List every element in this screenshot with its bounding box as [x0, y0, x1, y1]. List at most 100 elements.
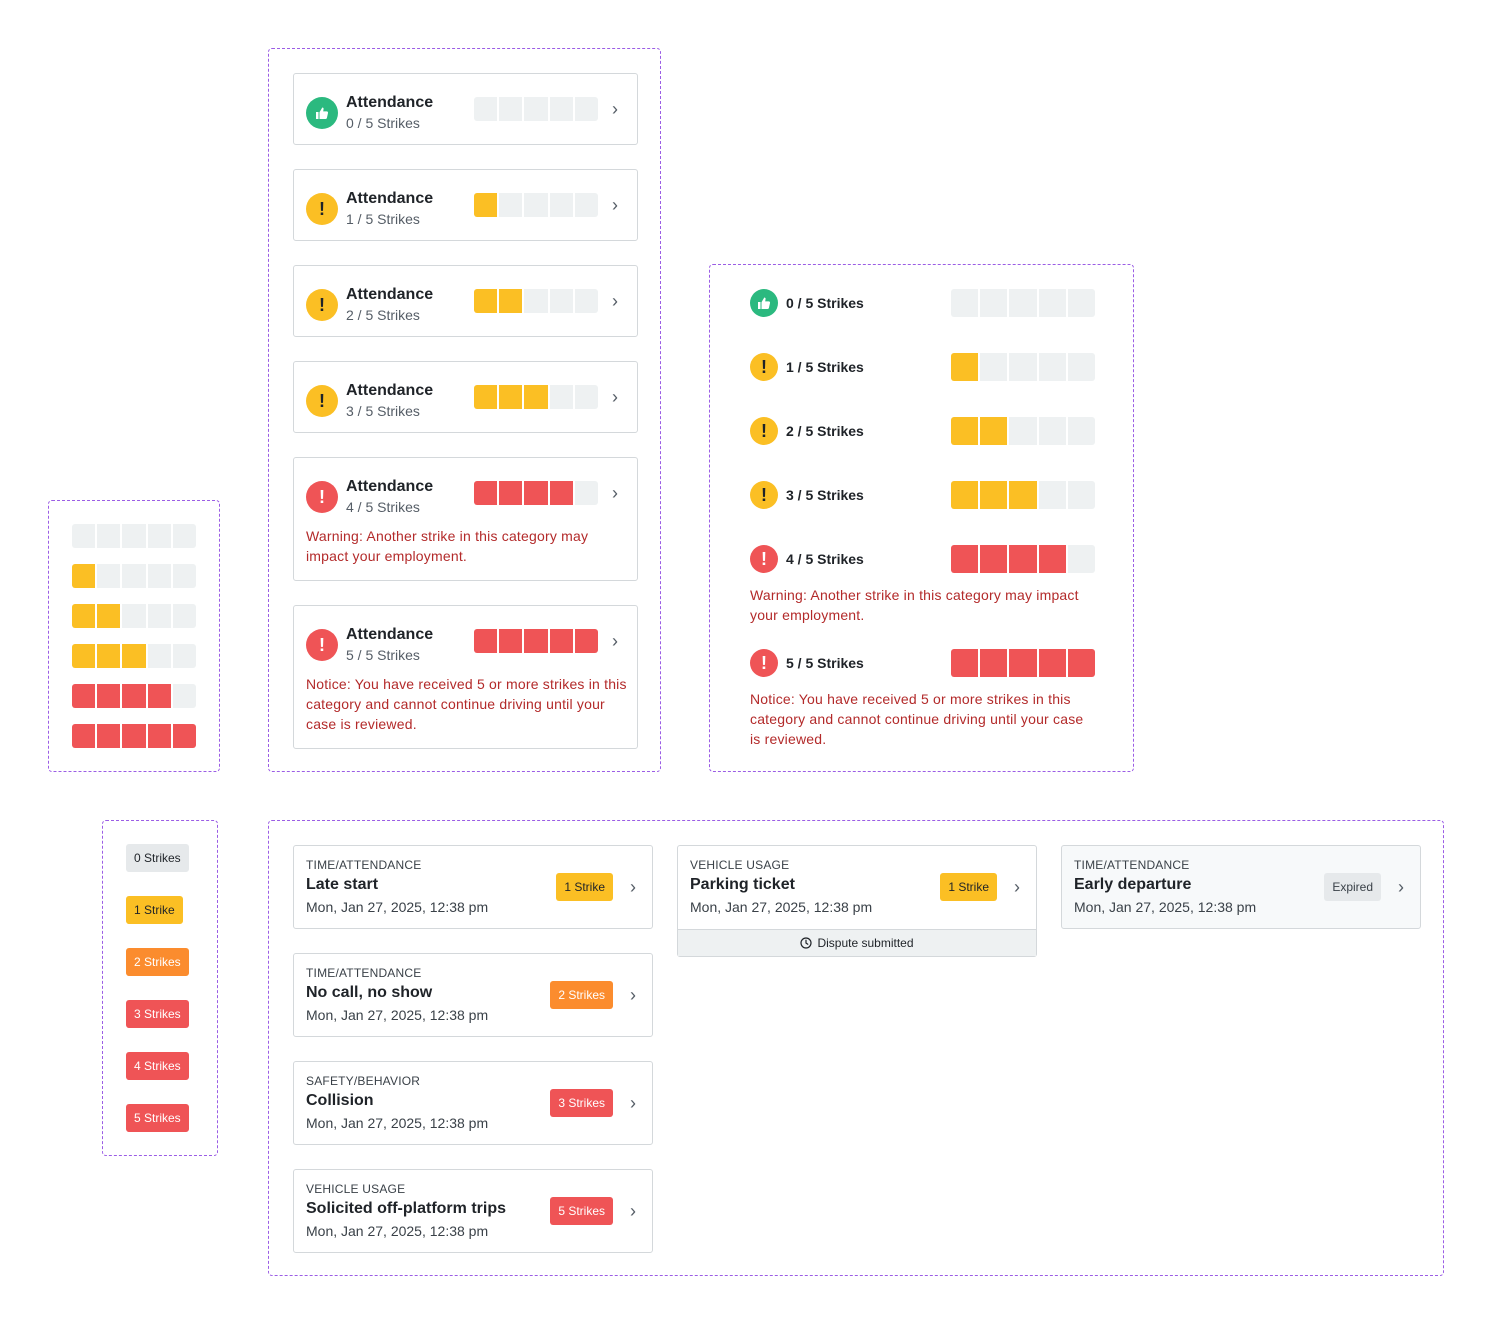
- strike-bar: [474, 629, 598, 653]
- strike-segment: [524, 97, 548, 121]
- incident-card-disputed[interactable]: VEHICLE USAGE Parking ticket Mon, Jan 27…: [677, 845, 1037, 957]
- chevron-right-icon[interactable]: ›: [612, 388, 618, 406]
- strike-segment: [574, 193, 598, 217]
- strike-bar: [951, 649, 1095, 677]
- strike-row: ! 3 / 5 Strikes: [750, 481, 1095, 509]
- strike-chip: 1 Strike: [126, 896, 183, 924]
- strike-segment: [951, 417, 979, 445]
- strike-segment: [1009, 545, 1037, 573]
- thumbs-up-icon: [306, 97, 338, 129]
- strike-segment: [980, 289, 1008, 317]
- strike-bar: [951, 417, 1095, 445]
- frame-strike-chips: 0 Strikes 1 Strike 2 Strikes 3 Strikes 4 Str…: [102, 820, 218, 1156]
- strike-segment: [147, 724, 171, 748]
- strike-segment: [474, 97, 498, 121]
- strike-segment: [147, 644, 171, 668]
- strike-segment: [97, 564, 121, 588]
- category-card[interactable]: ! Attendance 4 / 5 Strikes › Warning: Anothe…: [293, 457, 638, 581]
- incident-date: Mon, Jan 27, 2025, 12:38 pm: [690, 899, 873, 915]
- strike-row: ! 2 / 5 Strikes: [750, 417, 1095, 445]
- strike-segment: [574, 481, 598, 505]
- category-message: Notice: You have received 5 or more stri…: [306, 676, 627, 732]
- incident-card-expired[interactable]: TIME/ATTENDANCE Early departure Mon, Jan…: [1061, 845, 1421, 929]
- strike-segment: [122, 564, 146, 588]
- incident-card[interactable]: TIME/ATTENDANCE No call, no show Mon, Jan …: [293, 953, 653, 1037]
- incident-category: TIME/ATTENDANCE: [1074, 858, 1190, 872]
- strike-segment: [951, 545, 979, 573]
- strike-segment: [474, 385, 498, 409]
- strike-segment: [549, 481, 573, 505]
- strike-count: 4 / 5 Strikes: [346, 499, 420, 515]
- chevron-right-icon[interactable]: ›: [1398, 878, 1404, 896]
- chevron-right-icon[interactable]: ›: [1014, 878, 1020, 896]
- chevron-right-icon[interactable]: ›: [630, 1094, 636, 1112]
- exclamation-icon: !: [306, 193, 338, 225]
- strike-count: 5 / 5 Strikes: [786, 655, 864, 671]
- category-title: Attendance: [346, 626, 434, 643]
- strike-bar: [72, 644, 196, 668]
- strike-bar: [951, 353, 1095, 381]
- exclamation-icon: !: [306, 629, 338, 661]
- strike-count: 3 / 5 Strikes: [786, 487, 864, 503]
- incident-category: TIME/ATTENDANCE: [306, 858, 422, 872]
- strike-segment: [1009, 481, 1037, 509]
- incident-card[interactable]: SAFETY/BEHAVIOR Collision Mon, Jan 27, 202…: [293, 1061, 653, 1145]
- strike-segment: [1038, 545, 1066, 573]
- chevron-right-icon[interactable]: ›: [612, 100, 618, 118]
- strike-segment: [549, 97, 573, 121]
- category-title: Attendance: [346, 190, 434, 207]
- chevron-right-icon[interactable]: ›: [612, 484, 618, 502]
- incident-name: Collision: [306, 1092, 374, 1109]
- strike-chip: 5 Strikes: [126, 1104, 189, 1132]
- strike-count: 0 / 5 Strikes: [346, 115, 420, 131]
- exclamation-icon: !: [306, 385, 338, 417]
- category-card[interactable]: ! Attendance 5 / 5 Strikes › Notice: You hav…: [293, 605, 638, 749]
- strike-segment: [1067, 481, 1095, 509]
- category-card[interactable]: Attendance 0 / 5 Strikes ›: [293, 73, 638, 145]
- strike-segment: [172, 604, 196, 628]
- strike-segment: [499, 193, 523, 217]
- strike-row: ! 4 / 5 Strikes: [750, 545, 1095, 573]
- strike-segment: [72, 644, 96, 668]
- chevron-right-icon[interactable]: ›: [630, 878, 636, 896]
- strike-segment: [1009, 289, 1037, 317]
- incident-category: VEHICLE USAGE: [690, 858, 790, 872]
- strike-segment: [172, 524, 196, 548]
- strike-segment: [1009, 649, 1037, 677]
- strike-segment: [172, 724, 196, 748]
- strike-segment: [499, 629, 523, 653]
- strike-segment: [1067, 353, 1095, 381]
- strike-segment: [172, 644, 196, 668]
- incident-date: Mon, Jan 27, 2025, 12:38 pm: [306, 899, 489, 915]
- strike-bar: [474, 193, 598, 217]
- strike-chip: 1 Strike: [556, 873, 613, 901]
- chevron-right-icon[interactable]: ›: [612, 292, 618, 310]
- chevron-right-icon[interactable]: ›: [630, 986, 636, 1004]
- strike-segment: [1038, 289, 1066, 317]
- incident-category: TIME/ATTENDANCE: [306, 966, 422, 980]
- category-card[interactable]: ! Attendance 3 / 5 Strikes ›: [293, 361, 638, 433]
- category-card[interactable]: ! Attendance 1 / 5 Strikes ›: [293, 169, 638, 241]
- strike-segment: [147, 564, 171, 588]
- incident-card[interactable]: TIME/ATTENDANCE Late start Mon, Jan 27, 20…: [293, 845, 653, 929]
- strike-count: 1 / 5 Strikes: [346, 211, 420, 227]
- category-card[interactable]: ! Attendance 2 / 5 Strikes ›: [293, 265, 638, 337]
- strike-bar: [72, 724, 196, 748]
- strike-chip: 0 Strikes: [126, 844, 189, 872]
- strike-segment: [980, 417, 1008, 445]
- strike-segment: [1009, 417, 1037, 445]
- dispute-status-text: Dispute submitted: [817, 936, 914, 950]
- strike-segment: [574, 385, 598, 409]
- strike-segment: [122, 604, 146, 628]
- strike-count: 5 / 5 Strikes: [346, 647, 420, 663]
- chevron-right-icon[interactable]: ›: [630, 1202, 636, 1220]
- chevron-right-icon[interactable]: ›: [612, 196, 618, 214]
- strike-segment: [1067, 289, 1095, 317]
- strike-bar: [474, 289, 598, 313]
- strike-bar: [951, 481, 1095, 509]
- strike-segment: [122, 684, 146, 708]
- incident-card[interactable]: VEHICLE USAGE Solicited off-platform trip…: [293, 1169, 653, 1253]
- chevron-right-icon[interactable]: ›: [612, 632, 618, 650]
- strike-row: ! 1 / 5 Strikes: [750, 353, 1095, 381]
- strike-segment: [1009, 353, 1037, 381]
